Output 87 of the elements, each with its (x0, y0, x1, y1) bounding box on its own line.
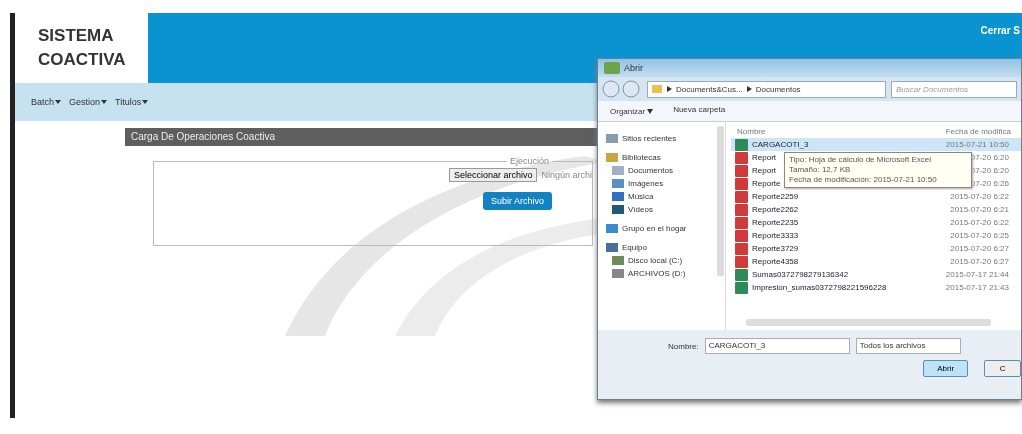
sidebar-item[interactable]: Sitios recientes (606, 132, 715, 145)
document-icon (735, 203, 748, 216)
file-name: Reporte3333 (752, 231, 799, 240)
caret-icon (55, 99, 61, 105)
document-icon (735, 216, 748, 229)
open-button[interactable]: Abrir (923, 360, 969, 377)
file-date: 2015-07-20 6:25 (950, 231, 1009, 240)
file-name: Report (752, 166, 776, 175)
logo-text: SISTEMA COACTIVA (37, 25, 127, 71)
file-type-dropdown[interactable]: Todos los archivos (855, 338, 961, 354)
organize-menu[interactable]: Organizar (610, 106, 646, 116)
folder-icon (606, 223, 618, 234)
folder-icon (612, 165, 624, 176)
sidebar-item[interactable]: Grupo en el hogar (606, 222, 715, 235)
sidebar-item[interactable]: Equipo (606, 241, 715, 254)
sidebar-item[interactable]: Vídeos (606, 203, 715, 216)
file-name: CARGACOTI_3 (752, 140, 809, 149)
scrollbar[interactable] (746, 319, 991, 326)
document-icon (735, 190, 748, 203)
sidebar-item[interactable]: Documentos (606, 164, 715, 177)
chevron-icon (746, 86, 752, 92)
fieldset-legend: Ejecución (506, 156, 552, 166)
file-date: 2015-07-20 6:27 (950, 244, 1009, 253)
sidebar-item[interactable]: Disco local (C:) (606, 254, 715, 267)
breadcrumb[interactable]: Documentos (755, 84, 801, 94)
document-icon (735, 151, 748, 164)
folder-icon (612, 204, 624, 215)
spreadsheet-icon (735, 138, 748, 151)
caret-icon (142, 99, 149, 105)
file-date: 2015-07-20 6:22 (950, 192, 1009, 201)
spreadsheet-icon (735, 268, 748, 281)
column-header[interactable]: Fecha de modifica (945, 126, 1011, 136)
filename-label: Nombre: (668, 341, 699, 351)
file-name: Reporte2259 (752, 192, 799, 201)
file-name: Reporte2262 (752, 205, 799, 214)
document-icon (735, 255, 748, 268)
file-date: 2015-07-17 21:44 (945, 270, 1009, 279)
filename-field[interactable]: CARGACOTI_3 (704, 338, 850, 354)
file-name: Reporte (752, 179, 781, 188)
caret-icon (101, 99, 108, 105)
address-bar[interactable]: Documents&Cus... Documentos (647, 80, 886, 98)
folder-icon (606, 152, 618, 163)
sidebar-item[interactable]: Música (606, 190, 715, 203)
file-name: Impresion_sumas0372798221596228 (752, 283, 887, 292)
window-icon (604, 62, 620, 74)
file-name: Report (752, 153, 776, 162)
file-name: Reporte4358 (752, 257, 799, 266)
sidebar-item[interactable]: Imágenes (606, 177, 715, 190)
folder-icon (651, 83, 663, 95)
folder-icon (612, 268, 624, 279)
document-icon (735, 229, 748, 242)
scrollbar[interactable] (717, 126, 724, 276)
spreadsheet-icon (735, 281, 748, 294)
document-icon (735, 242, 748, 255)
file-date: 2015-07-17 21:43 (945, 283, 1009, 292)
folder-icon (606, 242, 618, 253)
document-icon (735, 164, 748, 177)
file-date: 2015-07-20 6:22 (950, 218, 1009, 227)
caret-icon (647, 108, 654, 114)
menu-item[interactable]: Batch (31, 97, 61, 107)
file-date: 2015-07-21 10:50 (945, 140, 1009, 149)
file-name: Reporte3729 (752, 244, 799, 253)
folder-icon (606, 133, 618, 144)
file-date: 2015-07-20 6:21 (950, 205, 1009, 214)
file-date: 2015-07-20 6:27 (950, 257, 1009, 266)
file-status-text: Ningún archi (541, 170, 592, 180)
sidebar-item[interactable]: ARCHIVOS (D:) (606, 267, 715, 280)
chevron-icon (667, 86, 672, 92)
file-name: Sumas0372798279136342 (752, 270, 849, 279)
file-name: Reporte2235 (752, 218, 799, 227)
folder-icon (612, 255, 624, 266)
menu-item[interactable]: Titulos (115, 97, 149, 107)
folder-icon (612, 178, 624, 189)
upload-button[interactable]: Subir Archivo (482, 192, 552, 210)
cancel-button[interactable]: C (984, 360, 1021, 377)
choose-file-button[interactable]: Seleccionar archivo (448, 168, 538, 182)
selected-file-row[interactable]: CARGACOTI_3 2015-07-21 10:50 (731, 138, 1021, 151)
document-icon (735, 177, 748, 190)
menu-item[interactable]: Gestion (69, 97, 108, 107)
folder-icon (612, 191, 624, 202)
back-forward-icon[interactable] (602, 80, 642, 98)
new-folder-button[interactable]: Nueva carpeta (673, 105, 726, 117)
dialog-title: Abrir (624, 63, 643, 73)
column-header[interactable]: Nombre (737, 126, 766, 136)
tooltip: Tipo: Hoja de cálculo de Microsoft Excel Tamaño: 12,7 KB Fecha de modificación: 2015-07-21 10:50 (784, 152, 972, 188)
sidebar-item[interactable]: Bibliotecas (606, 151, 715, 164)
breadcrumb[interactable]: Documents&Cus... (676, 84, 743, 94)
